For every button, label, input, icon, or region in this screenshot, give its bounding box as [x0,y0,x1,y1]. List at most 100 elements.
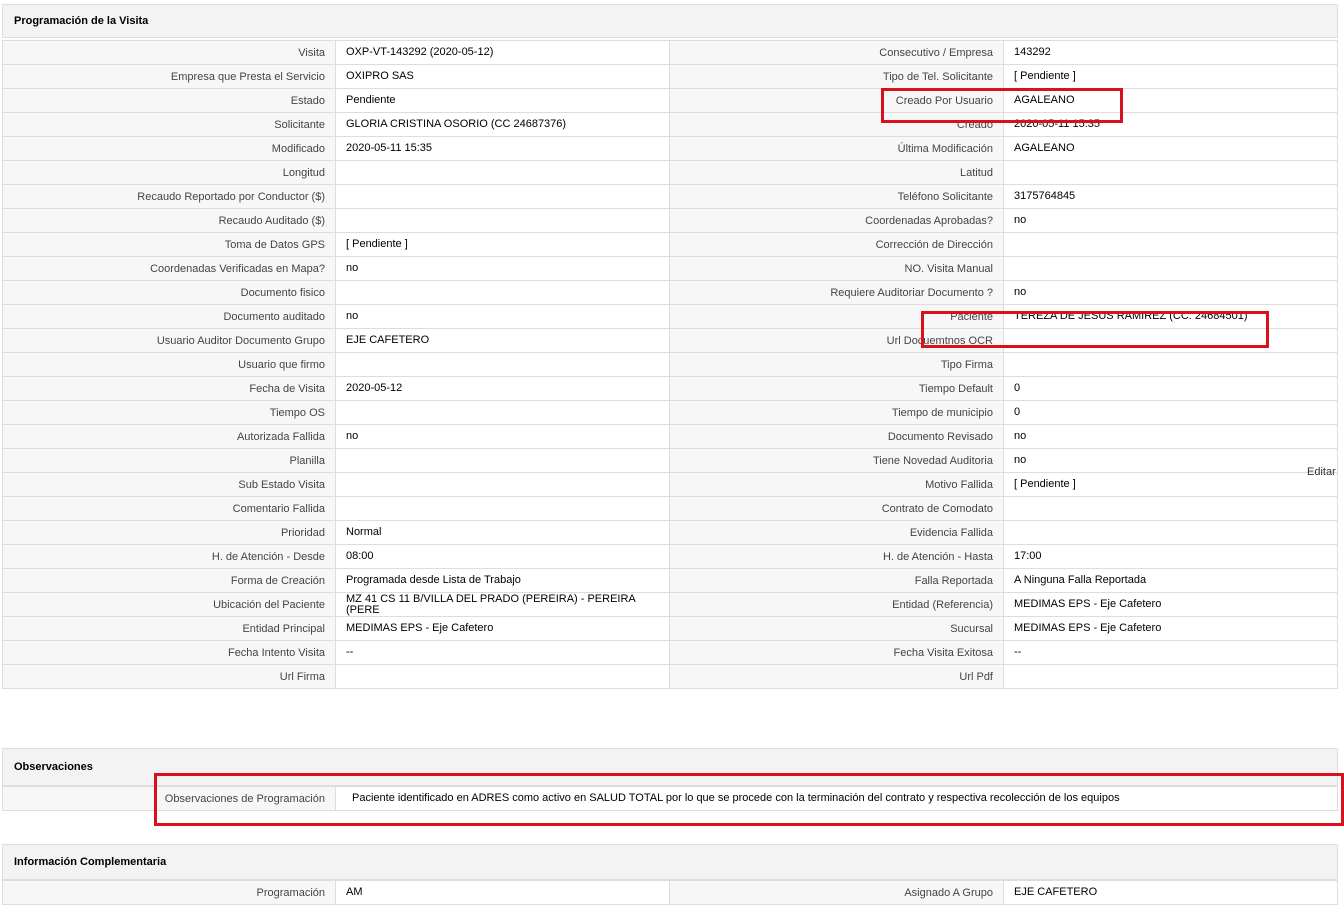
table-row: Planilla Tiene Novedad Auditoria no [2,448,1338,473]
field-label: Consecutivo / Empresa [669,40,1004,65]
table-row: Visita OXP-VT-143292 (2020-05-12) Consecut… [2,40,1338,65]
field-value: 2020-05-11 15:35 [1003,112,1338,137]
visit-details-table: Visita OXP-VT-143292 (2020-05-12) Consecut… [2,40,1338,689]
edit-link[interactable]: Editar [1307,466,1336,478]
field-value: MEDIMAS EPS - Eje Cafetero [1003,592,1338,617]
field-label: Sub Estado Visita [2,472,336,497]
field-label: Tiene Novedad Auditoria [669,448,1004,473]
field-label: Documento fisico [2,280,336,305]
complementaria-table: Programación AM Asignado A Grupo EJE CAFETE… [2,880,1338,905]
field-label: Url Pdf [669,664,1004,689]
field-label: Toma de Datos GPS [2,232,336,257]
field-value: GLORIA CRISTINA OSORIO (CC 24687376) [335,112,670,137]
field-value [335,280,670,305]
field-label: Creado [669,112,1004,137]
field-label: NO. Visita Manual [669,256,1004,281]
field-label: Usuario Auditor Documento Grupo [2,328,336,353]
field-label: Contrato de Comodato [669,496,1004,521]
field-label: H. de Atención - Desde [2,544,336,569]
field-label: Fecha Intento Visita [2,640,336,665]
field-value: no [335,424,670,449]
table-row: Usuario Auditor Documento Grupo EJE CAFET… [2,328,1338,353]
field-value: no [335,304,670,329]
table-row: Recaudo Reportado por Conductor ($) Teléf… [2,184,1338,209]
field-label: Creado Por Usuario [669,88,1004,113]
field-value [335,496,670,521]
field-value: 17:00 [1003,544,1338,569]
field-label: Corrección de Dirección [669,232,1004,257]
field-value [335,352,670,377]
field-value: OXIPRO SAS [335,64,670,89]
table-row: Sub Estado Visita Motivo Fallida[ Pendien… [2,472,1338,497]
field-label: Solicitante [2,112,336,137]
field-value: EJE CAFETERO [1003,880,1338,905]
field-label: Teléfono Solicitante [669,184,1004,209]
field-value: no [1003,424,1338,449]
table-row: Solicitante GLORIA CRISTINA OSORIO (CC 24… [2,112,1338,137]
field-label: Tiempo Default [669,376,1004,401]
field-value: 3175764845 [1003,184,1338,209]
field-label: Última Modificación [669,136,1004,161]
table-row: Recaudo Auditado ($) Coordenadas Aprobada… [2,208,1338,233]
field-label: Forma de Creación [2,568,336,593]
field-label: Latitud [669,160,1004,185]
field-value [335,208,670,233]
table-row: Estado Pendiente Creado Por Usuario AGALEAN… [2,88,1338,113]
field-value [1003,496,1338,521]
field-value: [ Pendiente ] [335,232,670,257]
field-label: Tiempo OS [2,400,336,425]
field-value: AGALEANO [1003,88,1338,113]
field-label: Modificado [2,136,336,161]
field-value: -- [1003,640,1338,665]
field-value [1003,664,1338,689]
table-row: Entidad Principal MEDIMAS EPS - Eje Cafet… [2,616,1338,641]
field-value: 2020-05-11 15:35 [335,136,670,161]
field-value: no [335,256,670,281]
field-label: Ubicación del Paciente [2,592,336,617]
field-value [1003,232,1338,257]
table-row: Fecha Intento Visita -- Fecha Visita Exito… [2,640,1338,665]
table-row: Documento fisico Requiere Auditoriar Docu… [2,280,1338,305]
section-title-observaciones: Observaciones [2,748,1338,786]
field-value: [ Pendiente ] [1003,472,1338,497]
field-label: Paciente [669,304,1004,329]
field-value: EJE CAFETERO [335,328,670,353]
field-label: Entidad (Referencia) [669,592,1004,617]
table-row: Fecha de Visita 2020-05-12 Tiempo Default… [2,376,1338,401]
field-value [1003,160,1338,185]
field-label: Prioridad [2,520,336,545]
field-value: Pendiente [335,88,670,113]
field-value: MEDIMAS EPS - Eje Cafetero [335,616,670,641]
field-value: no [1003,280,1338,305]
field-label: Usuario que firmo [2,352,336,377]
field-label: Estado [2,88,336,113]
table-row: Coordenadas Verificadas en Mapa? no NO. V… [2,256,1338,281]
field-value: 2020-05-12 [335,376,670,401]
field-value: AM [335,880,670,905]
field-value: 0 [1003,376,1338,401]
field-label: Tipo de Tel. Solicitante [669,64,1004,89]
field-value: TEREZA DE JESUS RAMIREZ (CC: 24684501) [1003,304,1338,329]
observaciones-label: Observaciones de Programación [2,786,336,811]
field-value [1003,520,1338,545]
table-row: Prioridad Normal Evidencia Fallida [2,520,1338,545]
field-value: 08:00 [335,544,670,569]
field-label: Recaudo Reportado por Conductor ($) [2,184,336,209]
field-label: Comentario Fallida [2,496,336,521]
field-value [335,400,670,425]
observaciones-row: Observaciones de Programación Paciente i… [2,786,1338,811]
field-value [335,184,670,209]
field-label: Fecha Visita Exitosa [669,640,1004,665]
table-row: Modificado 2020-05-11 15:35 Última Modific… [2,136,1338,161]
field-value: no [1003,448,1338,473]
table-row: Longitud Latitud [2,160,1338,185]
field-label: Evidencia Fallida [669,520,1004,545]
field-value: no [1003,208,1338,233]
field-label: Coordenadas Aprobadas? [669,208,1004,233]
field-label: Autorizada Fallida [2,424,336,449]
field-label: Url Docuemtnos OCR [669,328,1004,353]
table-row: Ubicación del Paciente MZ 41 CS 11 B/VILL… [2,592,1338,617]
table-row: Documento auditado no Paciente TEREZA DE J… [2,304,1338,329]
table-row: Comentario Fallida Contrato de Comodato [2,496,1338,521]
field-value: Normal [335,520,670,545]
